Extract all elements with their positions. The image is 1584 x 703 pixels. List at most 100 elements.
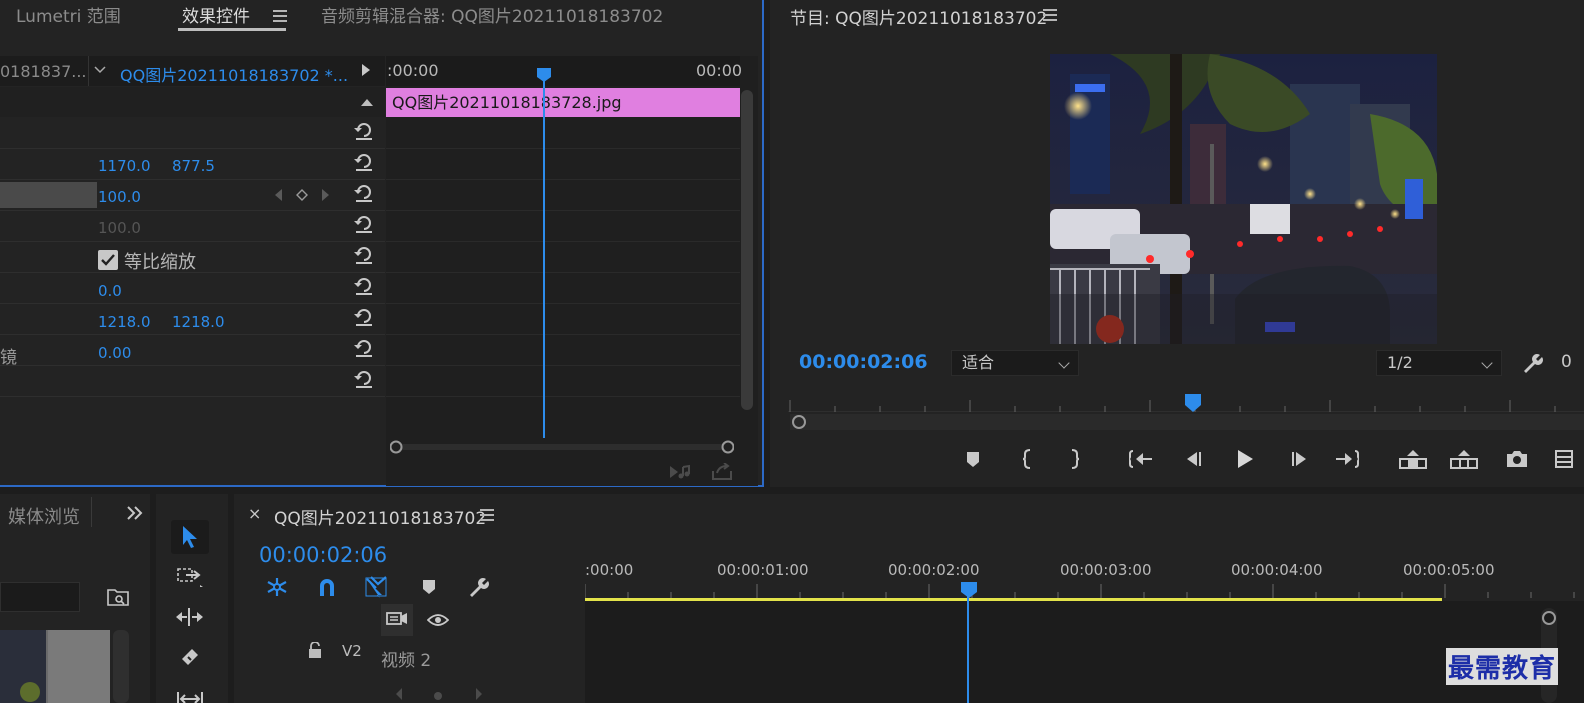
rotation-value[interactable]: 0.0: [98, 282, 122, 300]
selection-tool-icon[interactable]: [171, 520, 209, 554]
playhead-marker-icon[interactable]: [959, 580, 979, 600]
vertical-scrollbar[interactable]: [741, 90, 753, 410]
scale-value[interactable]: 100.0: [98, 188, 141, 206]
razor-tool-icon[interactable]: [171, 640, 209, 674]
play-triangle-icon[interactable]: [358, 62, 374, 78]
media-search-input[interactable]: [0, 582, 80, 612]
close-sequence-icon[interactable]: ×: [248, 504, 261, 523]
scale-width-value: 100.0: [98, 219, 141, 237]
ruler-label: 00:00:04:00: [1231, 561, 1323, 579]
track-output-toggle[interactable]: [381, 604, 413, 636]
add-marker-icon[interactable]: [418, 576, 440, 598]
track-area[interactable]: [585, 601, 1584, 703]
ruler-label: 00:00:05:00: [1403, 561, 1495, 579]
loop-audio-icon[interactable]: [668, 462, 692, 482]
program-video-frame[interactable]: [1050, 54, 1437, 344]
grid-line: [386, 148, 740, 149]
chevron-down-icon: [1481, 357, 1493, 369]
sequence-playhead-line[interactable]: [967, 586, 969, 703]
panel-menu-icon[interactable]: [273, 10, 287, 22]
reset-icon[interactable]: [353, 214, 375, 234]
playback-resolution-dropdown[interactable]: 1/2: [1376, 350, 1502, 376]
extract-icon[interactable]: [1449, 446, 1479, 472]
nest-sequence-icon[interactable]: [264, 575, 290, 599]
panel-overflow-chevrons-icon[interactable]: [124, 502, 146, 524]
add-keyframe-icon[interactable]: [295, 188, 309, 202]
wrench-icon[interactable]: [466, 575, 490, 599]
program-zoom-scrollbar[interactable]: [790, 414, 1584, 430]
scale-slider[interactable]: [0, 182, 97, 208]
sequence-timecode[interactable]: 00:00:02:06: [259, 543, 387, 567]
reset-icon[interactable]: [353, 121, 375, 141]
anchor-y-value[interactable]: 1218.0: [172, 313, 225, 331]
reset-icon[interactable]: [353, 307, 375, 327]
go-to-out-icon[interactable]: [1334, 446, 1360, 472]
export-frame-icon[interactable]: [710, 462, 734, 482]
playhead-marker-icon[interactable]: [535, 66, 553, 84]
go-to-in-icon[interactable]: [1128, 446, 1154, 472]
media-scrollbar[interactable]: [113, 630, 129, 703]
active-tab-underline: [178, 28, 286, 31]
antiflicker-value[interactable]: 0.00: [98, 344, 131, 362]
mark-in-icon[interactable]: [1014, 446, 1040, 472]
program-timecode[interactable]: 00:00:02:06: [799, 351, 928, 373]
master-clip-label[interactable]: 0181837...: [0, 62, 87, 81]
uniform-scale-checkbox[interactable]: [98, 250, 118, 270]
eye-icon[interactable]: [425, 610, 451, 630]
play-button[interactable]: [1232, 446, 1258, 472]
playhead-marker-icon[interactable]: [1183, 392, 1203, 414]
effect-controls-timeline[interactable]: [386, 56, 758, 486]
button-editor-icon[interactable]: [1551, 446, 1577, 472]
anchor-x-value[interactable]: 1218.0: [98, 313, 151, 331]
tab-divider: [91, 497, 92, 527]
keyframe-navigation-icon[interactable]: [392, 684, 492, 700]
effect-controls-clip-bar[interactable]: QQ图片20211018183728.jpg: [386, 88, 740, 117]
track-id-label[interactable]: V2: [342, 642, 362, 660]
horizontal-zoom-scrollbar[interactable]: [390, 440, 734, 454]
tab-effect-controls[interactable]: 效果控件: [182, 2, 250, 27]
chevron-down-icon[interactable]: [92, 62, 108, 78]
work-area-bar[interactable]: [585, 598, 1442, 601]
ruler-start-label: :00:00: [387, 61, 439, 80]
reset-icon[interactable]: [353, 369, 375, 389]
lock-track-icon[interactable]: [306, 640, 324, 660]
tab-audio-clip-mixer[interactable]: 音频剪辑混合器: QQ图片20211018183702: [321, 2, 663, 27]
linked-selection-icon[interactable]: [363, 575, 389, 599]
program-extra-readout: 0: [1561, 352, 1572, 372]
mark-out-icon[interactable]: [1062, 446, 1088, 472]
effect-controls-playhead-line[interactable]: [543, 70, 545, 438]
tab-lumetri-scopes[interactable]: Lumetri 范围: [16, 2, 121, 27]
sequence-clip-label[interactable]: QQ图片20211018183702 *...: [120, 62, 348, 86]
ripple-edit-tool-icon[interactable]: [171, 600, 209, 634]
program-monitor-title[interactable]: 节目: QQ图片20211018183702: [790, 4, 1047, 29]
camera-export-frame-icon[interactable]: [1504, 446, 1530, 472]
step-back-icon[interactable]: [1181, 446, 1207, 472]
reset-icon[interactable]: [353, 152, 375, 172]
motion-section-header: [0, 87, 385, 117]
reset-icon[interactable]: [353, 183, 375, 203]
reset-icon[interactable]: [353, 338, 375, 358]
track-select-tool-icon[interactable]: [171, 560, 209, 594]
previous-keyframe-icon[interactable]: [273, 188, 285, 202]
position-y-value[interactable]: 877.5: [172, 157, 215, 175]
track-name-label: 视频 2: [381, 651, 432, 671]
step-forward-icon[interactable]: [1286, 446, 1312, 472]
media-thumbnail[interactable]: [0, 630, 110, 703]
position-x-value[interactable]: 1170.0: [98, 157, 151, 175]
wrench-icon[interactable]: [1519, 350, 1545, 376]
effect-controls-time-ruler[interactable]: [386, 56, 740, 86]
panel-menu-icon[interactable]: [1043, 9, 1057, 21]
panel-menu-icon[interactable]: [480, 509, 494, 521]
reset-icon[interactable]: [353, 276, 375, 296]
snap-magnet-icon[interactable]: [314, 575, 340, 599]
zoom-fit-dropdown[interactable]: 适合: [951, 350, 1079, 376]
next-keyframe-icon[interactable]: [319, 188, 331, 202]
collapse-up-icon[interactable]: [360, 95, 374, 109]
slip-tool-icon[interactable]: [171, 680, 209, 703]
folder-search-icon[interactable]: [106, 586, 130, 608]
lift-icon[interactable]: [1398, 446, 1428, 472]
add-marker-icon[interactable]: [960, 446, 986, 472]
reset-icon[interactable]: [353, 245, 375, 265]
sequence-tab-title[interactable]: QQ图片20211018183702: [274, 504, 486, 529]
media-browser-title[interactable]: 媒体浏览: [8, 503, 80, 529]
